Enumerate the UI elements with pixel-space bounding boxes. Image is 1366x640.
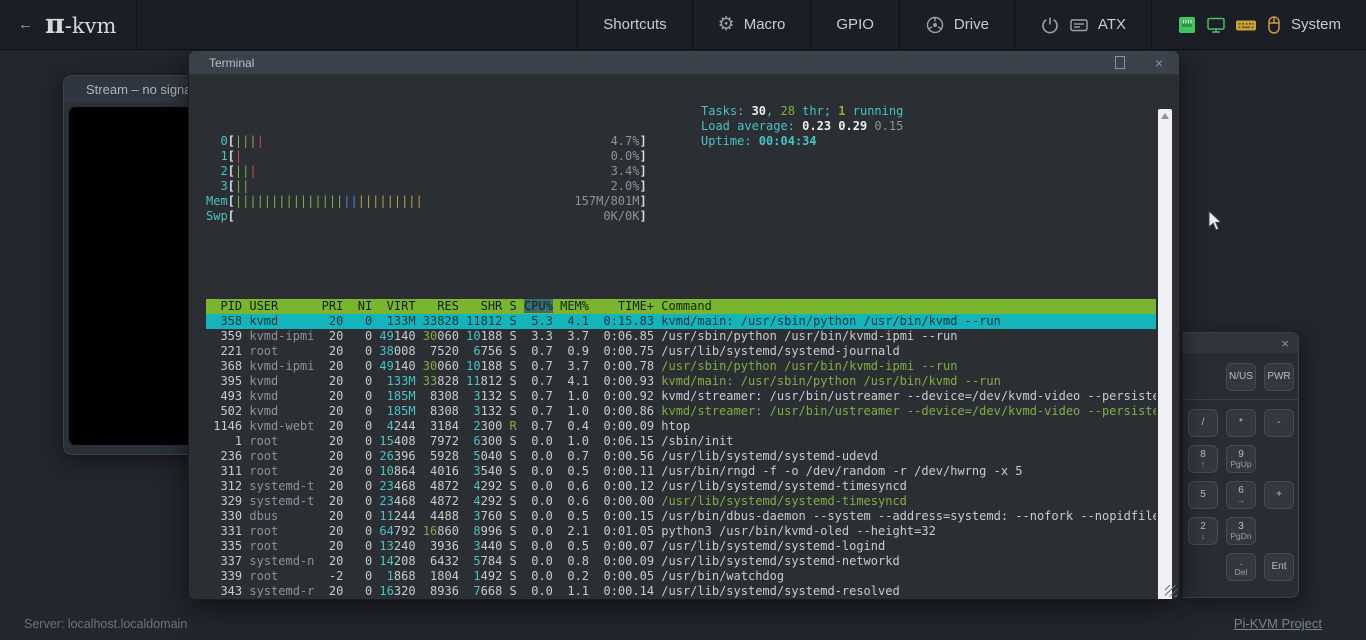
nav-item-drive[interactable]: Drive [899,0,1014,49]
process-row-1146: 1146 kvmd-webt 20 0 4244 3184 2300 R 0.7… [206,419,1156,434]
htop-meter-0: 0[||||4.7%] [206,134,1156,149]
monitor-icon [1206,15,1226,35]
terminal-window-buttons: × [1115,56,1163,70]
process-row-359: 359 kvmd-ipmi 20 0 49140 30060 10188 S 3… [206,329,1156,344]
maximize-icon[interactable] [1115,56,1125,69]
htop-blank-line [206,254,1156,269]
process-row-502: 502 kvmd 20 0 185M 8308 3132 S 0.7 1.0 0… [206,404,1156,419]
mouse-icon [1266,15,1282,35]
process-row-236: 236 root 20 0 26396 5928 5040 S 0.0 0.7 … [206,449,1156,464]
numpad-key-3[interactable]: 3PgDn [1226,517,1256,545]
nav-item-gpio[interactable]: GPIO [810,0,899,49]
numpad-key-[interactable]: .Del [1226,553,1256,581]
mouse-cursor [1208,210,1224,237]
numpad-key-[interactable]: - [1264,409,1294,437]
process-row-493: 493 kvmd 20 0 185M 8308 3132 S 0.7 1.0 0… [206,389,1156,404]
pikvm-logo: π-kvm [45,9,116,40]
nav-item-label: GPIO [836,16,874,33]
keypad-window: × N/US PWR / *- 8↑ 9PgUp 5 6→ +2↓ 3PgDn .Del Ent [1183,332,1299,598]
nav-item-label: ATX [1098,16,1126,33]
process-row-343: 343 systemd-r 20 0 16320 8936 7668 S 0.0… [206,584,1156,599]
htop-summary: Tasks: 30, 28 thr; 1 runningLoad average… [701,104,903,149]
process-row-221: 221 root 20 0 38008 7520 6756 S 0.7 0.9 … [206,344,1156,359]
htop-meter-swp: Swp[0K/0K] [206,209,1156,224]
nav-item-atx[interactable]: ATX [1014,0,1151,49]
nav-item-system[interactable]: System [1151,0,1366,49]
process-row-312: 312 systemd-t 20 0 23468 4872 4292 S 0.0… [206,479,1156,494]
htop-summary-line: Tasks: 30, 28 thr; 1 running [701,104,903,119]
keyboard-icon [1235,15,1257,35]
htop-meter-3: 3[||2.0%] [206,179,1156,194]
back-arrow-icon[interactable]: ← [18,16,33,33]
htop-summary-line: Load average: 0.23 0.29 0.15 [701,119,903,134]
htop-meter-1: 1[|0.0%] [206,149,1156,164]
logo-rest: -kvm [65,14,117,38]
keypad-close-icon[interactable]: × [1281,337,1298,350]
numpad-key-nus[interactable]: N/US [1226,363,1256,391]
terminal-titlebar[interactable]: Terminal × [189,51,1179,75]
htop-meter-mem: Mem[||||||||||||||||||||||||||157M/801M] [206,194,1156,209]
process-row-311: 311 root 20 0 10864 4016 3540 S 0.0 0.5 … [206,464,1156,479]
keypad-separator [1183,399,1298,400]
power-icon [1040,15,1060,35]
logo-area: ← π-kvm [0,0,137,49]
process-row-1: 1 root 20 0 15408 7972 6300 S 0.0 1.0 0:… [206,434,1156,449]
process-row-368: 368 kvmd-ipmi 20 0 49140 30060 10188 S 0… [206,359,1156,374]
server-label: Server: localhost.localdomain [24,617,187,631]
htop-meter-2: 2[|||3.4%] [206,164,1156,179]
numpad-key-9[interactable]: 9PgUp [1226,445,1256,473]
terminal-content[interactable]: 0[||||4.7%] 1[|0.0%] 2[|||3.4%] 3[||2.0%… [189,75,1179,599]
nav-item-label: Drive [954,16,989,33]
nav-item-shortcuts[interactable]: Shortcuts [577,0,691,49]
process-row-335: 335 root 20 0 13240 3936 3440 S 0.0 0.5 … [206,539,1156,554]
terminal-scrollbar[interactable] [1158,109,1172,599]
numpad-key-ent[interactable]: Ent [1264,553,1294,581]
disc-icon [925,15,945,35]
numpad-key-6[interactable]: 6→ [1226,481,1256,509]
numpad-key-[interactable]: + [1264,481,1294,509]
htop-output: 0[||||4.7%] 1[|0.0%] 2[|||3.4%] 3[||2.0%… [206,104,1156,599]
nav-item-macro[interactable]: ⚙ Macro [692,0,811,49]
ethernet-icon [1177,15,1197,35]
numpad-key-2[interactable]: 2↓ [1188,517,1218,545]
top-navbar: ← π-kvm Shortcuts ⚙ Macro GPIO Drive ATX Syste… [0,0,1366,50]
numpad-key-8[interactable]: 8↑ [1188,445,1218,473]
pikvm-project-link[interactable]: Pi-KVM Project [1234,616,1322,631]
process-row-337: 337 systemd-n 20 0 14208 6432 5784 S 0.0… [206,554,1156,569]
close-icon[interactable]: × [1155,56,1163,70]
nav-item-label: Shortcuts [603,16,666,33]
process-row-330: 330 dbus 20 0 11244 4488 3760 S 0.0 0.5 … [206,509,1156,524]
htop-summary-line: Uptime: 00:04:34 [701,134,903,149]
numpad-key-5[interactable]: 5 [1188,481,1218,509]
process-row-331: 331 root 20 0 64792 16860 8996 S 0.0 2.1… [206,524,1156,539]
psu-icon [1069,16,1089,34]
nav-item-label: Macro [744,16,786,33]
process-row-329: 329 systemd-t 20 0 23468 4872 4292 S 0.0… [206,494,1156,509]
gear-icon: ⚙ [718,15,735,34]
htop-header-row[interactable]: PID USER PRI NI VIRT RES SHR S CPU% MEM%… [206,299,1156,314]
terminal-window: Terminal × 0[||||4.7%] 1[|0.0%] 2[|||3.4… [188,50,1180,600]
numpad-key-pwr[interactable]: PWR [1264,363,1294,391]
htop-meters: 0[||||4.7%] 1[|0.0%] 2[|||3.4%] 3[||2.0%… [206,134,1156,224]
process-row-339: 339 root -2 0 1868 1804 1492 S 0.0 0.2 0… [206,569,1156,584]
resize-handle[interactable] [1165,585,1177,597]
nav-item-label: System [1291,16,1341,33]
htop-process-table: PID USER PRI NI VIRT RES SHR S CPU% MEM%… [206,299,1156,599]
logo-pi: π [45,9,65,40]
scroll-up-icon[interactable] [1161,113,1169,119]
process-row-358: 358 kvmd 20 0 133M 33828 11812 S 5.3 4.1… [206,314,1156,329]
terminal-title: Terminal [209,56,254,70]
nav-menu: Shortcuts ⚙ Macro GPIO Drive ATX System [577,0,1366,49]
process-row-395: 395 kvmd 20 0 133M 33828 11812 S 0.7 4.1… [206,374,1156,389]
keypad-window-titlebar[interactable]: × [1183,333,1298,353]
numpad-key-[interactable]: / [1188,409,1218,437]
numpad-key-[interactable]: * [1226,409,1256,437]
